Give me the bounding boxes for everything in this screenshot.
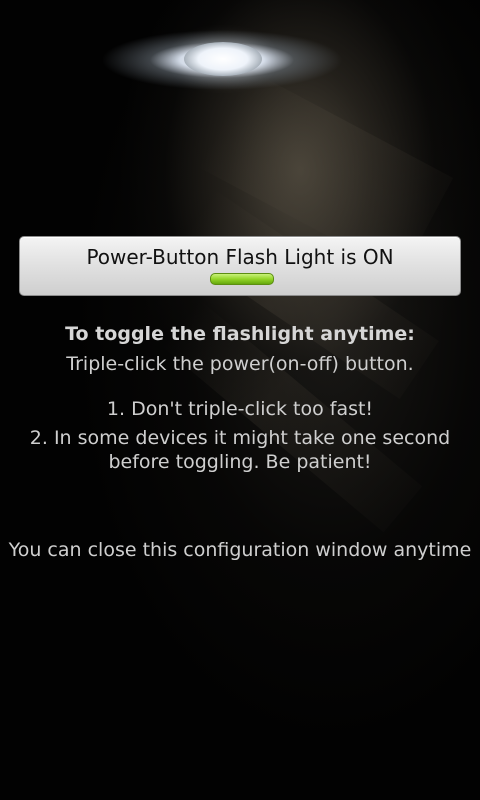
flashlight-toggle-button[interactable]: Power-Button Flash Light is ON bbox=[19, 236, 461, 296]
toggle-on-indicator bbox=[210, 273, 274, 285]
instructions-heading: To toggle the flashlight anytime: bbox=[65, 323, 415, 345]
tip-item: 1. Don't triple-click too fast! bbox=[106, 398, 374, 420]
flashlight-config-screen: Power-Button Flash Light is ON To toggle… bbox=[0, 0, 480, 800]
instructions-text: Triple-click the power(on-off) button. bbox=[66, 353, 414, 375]
tip-item: 2. In some devices it might take one sec… bbox=[29, 427, 451, 473]
toggle-button-label: Power-Button Flash Light is ON bbox=[86, 245, 394, 269]
close-note: You can close this configuration window … bbox=[8, 539, 472, 561]
lamp-light-image bbox=[184, 42, 262, 76]
